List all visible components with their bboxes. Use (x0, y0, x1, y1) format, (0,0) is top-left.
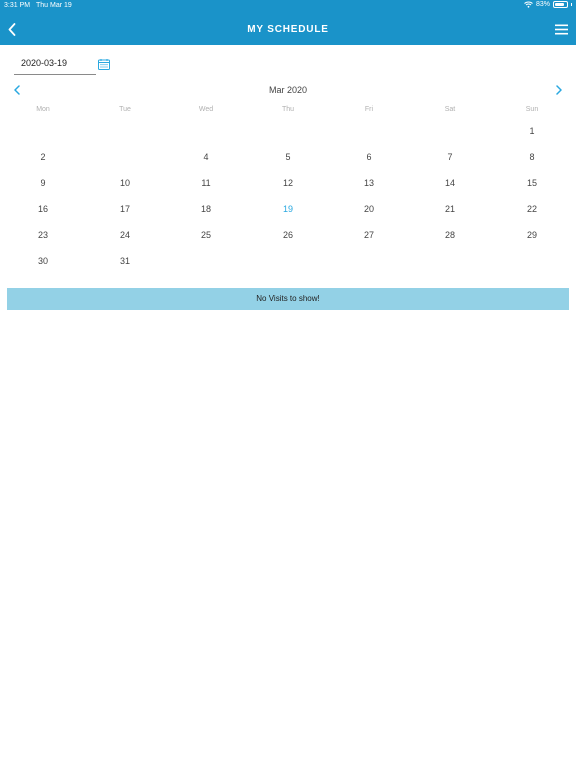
calendar-day[interactable]: 20 (357, 199, 381, 219)
calendar-day[interactable]: 5 (276, 147, 300, 167)
calendar-day[interactable]: 10 (113, 173, 137, 193)
calendar-day[interactable]: 25 (194, 225, 218, 245)
weekday-header: Thu (281, 106, 295, 113)
status-date: Thu Mar 19 (36, 2, 72, 9)
day-number: 10 (119, 178, 130, 188)
page-title: MY SCHEDULE (247, 24, 329, 35)
day-number: 17 (119, 204, 130, 214)
calendar-icon[interactable] (98, 57, 110, 70)
day-number: 18 (200, 204, 211, 214)
calendar-day[interactable]: 21 (438, 199, 462, 219)
calendar-day-selected[interactable]: 3 (113, 147, 137, 167)
day-number: 13 (363, 178, 374, 188)
weekday-header: Wed (198, 106, 214, 113)
calendar-day[interactable]: 26 (276, 225, 300, 245)
calendar-day[interactable]: 18 (194, 199, 218, 219)
weekday-header: Tue (119, 106, 131, 113)
calendar-day[interactable]: 22 (520, 199, 544, 219)
battery-tip (571, 3, 572, 6)
calendar-day[interactable]: 12 (276, 173, 300, 193)
chevron-right-icon (556, 85, 562, 95)
weekday-header: Mon (36, 106, 50, 113)
next-month-button[interactable] (553, 83, 565, 97)
day-number: 9 (40, 178, 46, 188)
calendar-day[interactable]: 2 (31, 147, 55, 167)
day-number: 11 (201, 178, 211, 188)
calendar-day[interactable]: 6 (357, 147, 381, 167)
day-number: 23 (37, 230, 48, 240)
status-bar: 3:31 PM Thu Mar 19 83% (0, 0, 576, 12)
calendar-day-today[interactable]: 19 (276, 199, 300, 219)
calendar-day[interactable]: 24 (113, 225, 137, 245)
day-number: 3 (122, 152, 128, 162)
app-header: 3:31 PM Thu Mar 19 83% MY SCHEDULE (0, 0, 576, 45)
calendar-day[interactable]: 4 (194, 147, 218, 167)
hamburger-menu-icon (554, 24, 568, 34)
day-number: 24 (119, 230, 130, 240)
wifi-icon (524, 1, 533, 8)
day-number: 5 (285, 152, 291, 162)
battery-percent: 83% (535, 1, 550, 8)
calendar-day[interactable]: 11 (194, 173, 218, 193)
calendar-day[interactable]: 30 (31, 251, 55, 271)
status-time: 3:31 PM (4, 2, 31, 9)
calendar-day[interactable]: 23 (31, 225, 55, 245)
weekday-header: Sun (525, 106, 539, 113)
calendar-day[interactable]: 31 (113, 251, 137, 271)
day-number: 31 (119, 256, 130, 266)
calendar-day[interactable]: 28 (438, 225, 462, 245)
calendar-day[interactable]: 27 (357, 225, 381, 245)
day-number: 8 (529, 152, 535, 162)
battery-icon (553, 1, 568, 8)
event-dot (124, 163, 126, 165)
calendar-day[interactable]: 16 (31, 199, 55, 219)
month-label: Mar 2020 (268, 85, 308, 95)
no-visits-banner: No Visits to show! (7, 288, 569, 310)
day-number: 25 (200, 230, 211, 240)
day-number: 1 (529, 126, 535, 136)
day-number: 21 (444, 204, 455, 214)
day-number: 26 (282, 230, 293, 240)
day-number: 2 (40, 152, 46, 162)
day-number: 12 (282, 178, 293, 188)
calendar-day[interactable]: 29 (520, 225, 544, 245)
battery-level (555, 3, 565, 6)
menu-button[interactable] (552, 19, 570, 39)
calendar-day[interactable]: 7 (438, 147, 462, 167)
weekday-header: Fri (364, 106, 374, 113)
date-input[interactable]: 2020-03-19 (14, 53, 96, 75)
calendar-day[interactable]: 9 (31, 173, 55, 193)
day-number: 6 (366, 152, 372, 162)
day-number: 28 (444, 230, 455, 240)
calendar-day[interactable]: 17 (113, 199, 137, 219)
calendar-day[interactable]: 1 (520, 121, 544, 141)
day-number: 7 (447, 152, 453, 162)
status-indicators: 83% (524, 1, 572, 8)
day-number: 19 (282, 204, 293, 214)
day-number: 27 (363, 230, 374, 240)
calendar-day[interactable]: 14 (438, 173, 462, 193)
calendar-day[interactable]: 15 (520, 173, 544, 193)
weekday-header: Sat (444, 106, 456, 113)
day-number: 4 (203, 152, 209, 162)
day-number: 30 (37, 256, 48, 266)
day-number: 15 (526, 178, 537, 188)
day-number: 29 (526, 230, 537, 240)
calendar-day[interactable]: 13 (357, 173, 381, 193)
calendar-day[interactable]: 8 (520, 147, 544, 167)
day-number: 20 (363, 204, 374, 214)
day-number: 16 (37, 204, 48, 214)
day-number: 22 (526, 204, 537, 214)
day-number: 14 (444, 178, 455, 188)
